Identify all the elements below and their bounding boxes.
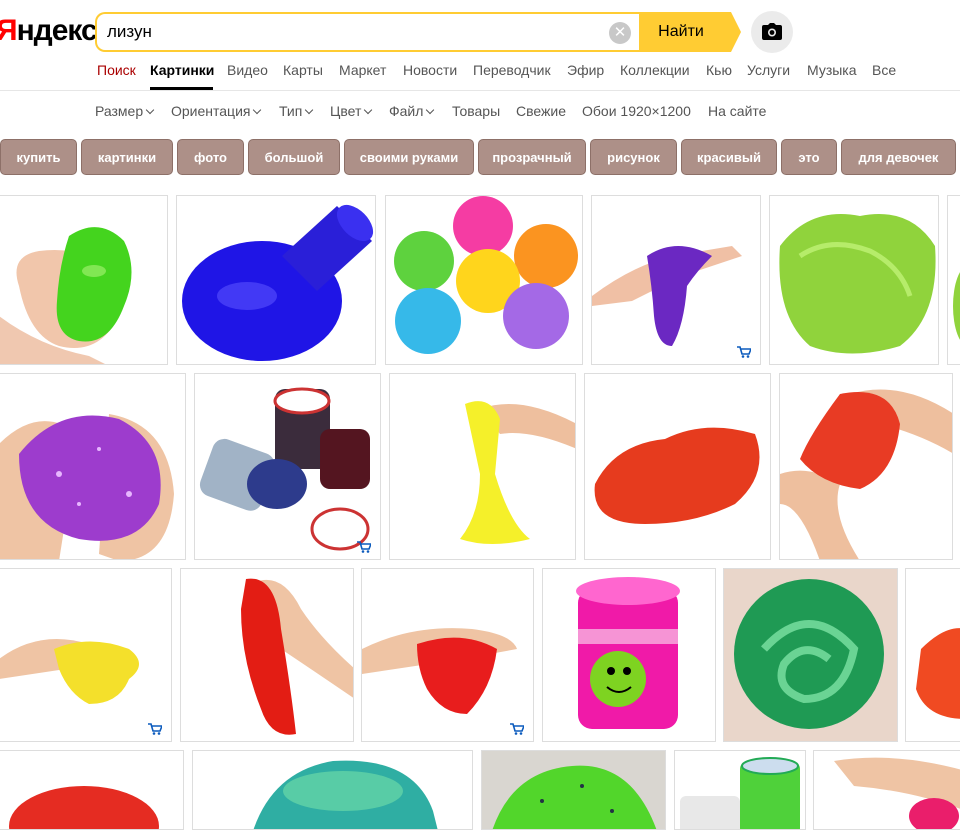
nav-translator[interactable]: Переводчик	[473, 62, 551, 78]
chip-for-girls[interactable]: для девочек	[841, 139, 956, 175]
chip-drawing[interactable]: рисунок	[590, 139, 677, 175]
image-result[interactable]	[0, 750, 184, 830]
chip-this[interactable]: это	[781, 139, 837, 175]
yandex-logo[interactable]: Яндекс	[0, 10, 98, 52]
chevron-down-icon	[305, 105, 314, 115]
close-icon[interactable]: ✕	[609, 22, 631, 44]
slime-image	[0, 227, 132, 364]
image-result[interactable]	[0, 195, 168, 365]
slime-image	[482, 751, 665, 829]
nav-news[interactable]: Новости	[403, 62, 457, 78]
search-input[interactable]	[107, 21, 587, 43]
nav-search[interactable]: Поиск	[97, 62, 136, 78]
slime-image	[0, 414, 174, 559]
image-result[interactable]	[192, 750, 473, 830]
nav-images[interactable]: Картинки	[150, 62, 214, 78]
slime-image	[592, 246, 742, 346]
filter-color[interactable]: Цвет	[330, 103, 373, 119]
slime-image	[0, 639, 139, 704]
nav-efir[interactable]: Эфир	[567, 62, 604, 78]
chevron-down-icon	[253, 105, 262, 115]
chevron-down-icon	[145, 105, 155, 115]
cart-icon	[148, 723, 162, 735]
cart-icon	[510, 723, 524, 735]
image-result[interactable]	[947, 195, 960, 365]
filter-fresh[interactable]: Свежие	[516, 103, 566, 119]
nav-collections[interactable]: Коллекции	[620, 62, 690, 78]
chip-beautiful[interactable]: красивый	[681, 139, 777, 175]
filter-file[interactable]: Файл	[389, 103, 435, 119]
slime-image	[241, 578, 353, 735]
nav-services[interactable]: Услуги	[747, 62, 790, 78]
chevron-down-icon	[364, 105, 373, 115]
image-result[interactable]	[194, 373, 381, 560]
filter-size[interactable]: Размер	[95, 103, 155, 119]
nav-all[interactable]: Все	[872, 62, 896, 78]
chip-pictures[interactable]: картинки	[81, 139, 173, 175]
slime-image	[460, 401, 575, 544]
slime-image	[253, 760, 438, 829]
image-result[interactable]	[779, 373, 953, 560]
slime-image	[199, 387, 370, 551]
image-result[interactable]	[0, 568, 172, 742]
chip-diy[interactable]: своими руками	[344, 139, 474, 175]
cart-icon	[357, 541, 371, 553]
header-divider	[0, 90, 960, 91]
camera-icon[interactable]	[751, 11, 793, 53]
slime-image	[394, 196, 578, 354]
slime-image	[182, 204, 374, 361]
search-box[interactable]: ✕	[95, 12, 641, 52]
image-result[interactable]	[905, 568, 960, 742]
image-result[interactable]	[584, 373, 771, 560]
search-button[interactable]: Найти	[639, 12, 741, 52]
image-result[interactable]	[542, 568, 716, 742]
image-result[interactable]	[591, 195, 761, 365]
slime-image	[576, 577, 680, 729]
slime-image	[362, 628, 517, 714]
slime-image	[680, 757, 800, 829]
filter-on-site[interactable]: На сайте	[708, 103, 766, 119]
nav-q[interactable]: Кью	[706, 62, 732, 78]
image-result[interactable]	[180, 568, 354, 742]
chip-buy[interactable]: купить	[0, 139, 77, 175]
image-result[interactable]	[389, 373, 576, 560]
image-result[interactable]	[361, 568, 534, 742]
slime-image	[834, 757, 960, 829]
chip-transparent[interactable]: прозрачный	[478, 139, 586, 175]
image-result[interactable]	[0, 373, 186, 560]
image-result[interactable]	[176, 195, 376, 365]
slime-image	[594, 427, 760, 524]
filter-goods[interactable]: Товары	[452, 103, 500, 119]
cart-icon	[737, 346, 751, 358]
chip-big[interactable]: большой	[248, 139, 340, 175]
chip-photo[interactable]: фото	[177, 139, 244, 175]
slime-image	[953, 272, 960, 340]
filter-wallpaper[interactable]: Обои 1920×1200	[582, 103, 691, 119]
nav-maps[interactable]: Карты	[283, 62, 323, 78]
image-result[interactable]	[769, 195, 939, 365]
nav-music[interactable]: Музыка	[807, 62, 857, 78]
filter-type[interactable]: Тип	[279, 103, 314, 119]
image-result[interactable]	[385, 195, 583, 365]
slime-image	[724, 569, 897, 741]
slime-image	[9, 786, 159, 829]
image-result[interactable]	[674, 750, 806, 830]
image-result[interactable]	[813, 750, 960, 830]
image-result[interactable]	[481, 750, 666, 830]
slime-image	[916, 628, 960, 719]
chevron-down-icon	[426, 105, 435, 115]
filter-orientation[interactable]: Ориентация	[171, 103, 262, 119]
image-result[interactable]	[723, 568, 898, 742]
slime-image	[780, 389, 952, 559]
slime-image	[779, 214, 936, 354]
nav-video[interactable]: Видео	[227, 62, 268, 78]
nav-market[interactable]: Маркет	[339, 62, 386, 78]
